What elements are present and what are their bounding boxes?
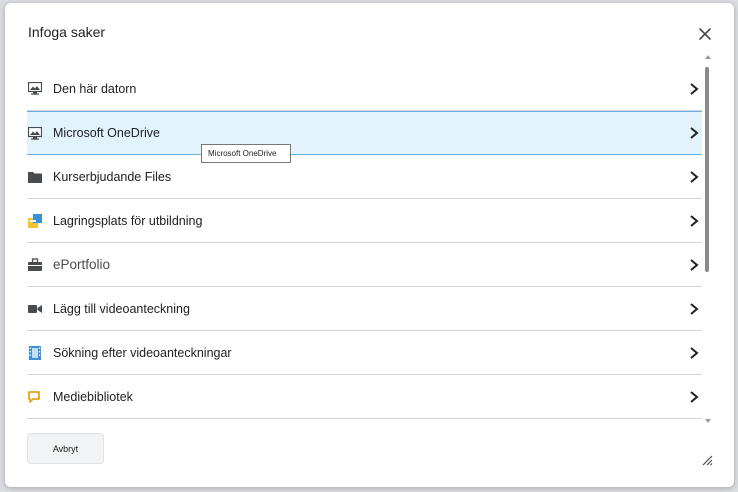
close-button[interactable] <box>693 22 717 46</box>
video-camera-icon <box>28 302 42 316</box>
briefcase-icon <box>28 258 42 272</box>
chevron-right-icon <box>690 82 699 95</box>
chevron-right-icon <box>690 390 699 403</box>
list-item-add-video-note[interactable]: Lägg till videoanteckning <box>27 287 702 331</box>
list-item-label: Kurserbjudande Files <box>53 169 172 184</box>
tooltip: Microsoft OneDrive <box>201 144 291 163</box>
folder-icon <box>28 170 42 184</box>
cancel-button[interactable]: Avbryt <box>27 433 104 464</box>
chevron-right-icon <box>690 214 699 227</box>
chevron-right-icon <box>690 258 699 271</box>
list-item-label: Microsoft OneDrive <box>53 126 160 140</box>
scroll-thumb[interactable] <box>705 67 709 272</box>
list-item-label: Lagringsplats för utbildning <box>53 213 203 228</box>
list-item-label: ePortfolio <box>53 257 111 272</box>
chevron-right-icon <box>690 170 699 183</box>
resize-handle-icon[interactable] <box>702 455 713 466</box>
film-icon <box>28 345 42 360</box>
dialog-title: Infoga saker <box>28 24 106 40</box>
list-item-microsoft-onedrive[interactable]: Microsoft OneDrive <box>27 111 702 155</box>
list-item-label: Mediebibliotek <box>53 389 133 404</box>
close-icon <box>699 28 711 40</box>
list-item-label: Lägg till videoanteckning <box>53 301 190 316</box>
scrollbar[interactable] <box>704 55 712 423</box>
scroll-up-arrow-icon[interactable] <box>705 55 711 59</box>
media-icon <box>28 390 42 404</box>
scroll-down-arrow-icon[interactable] <box>705 419 711 423</box>
list-item-media-library[interactable]: Mediebibliotek <box>27 375 702 419</box>
list-item-this-computer[interactable]: Den här datorn <box>27 67 702 111</box>
list-item-label: Den här datorn <box>53 81 137 96</box>
list-item-course-offering-files[interactable]: Kurserbjudande Files <box>27 155 702 199</box>
list-item-label: Sökning efter videoanteckningar <box>53 345 232 360</box>
chevron-right-icon <box>690 127 699 139</box>
list-item-video-note-search[interactable]: Sökning efter videoanteckningar <box>27 331 702 375</box>
chevron-right-icon <box>690 346 699 359</box>
storage-icon <box>28 213 42 228</box>
list-item-eportfolio[interactable]: ePortfolio <box>27 243 702 287</box>
monitor-icon <box>28 126 42 140</box>
list-item-learning-storage[interactable]: Lagringsplats för utbildning <box>27 199 702 243</box>
chevron-right-icon <box>690 302 699 315</box>
source-list: Den här datorn Microsoft OneDrive Kurser… <box>27 67 702 421</box>
monitor-icon <box>28 82 42 96</box>
insert-stuff-dialog: Infoga saker Den här datorn Microsoft On… <box>5 3 734 487</box>
